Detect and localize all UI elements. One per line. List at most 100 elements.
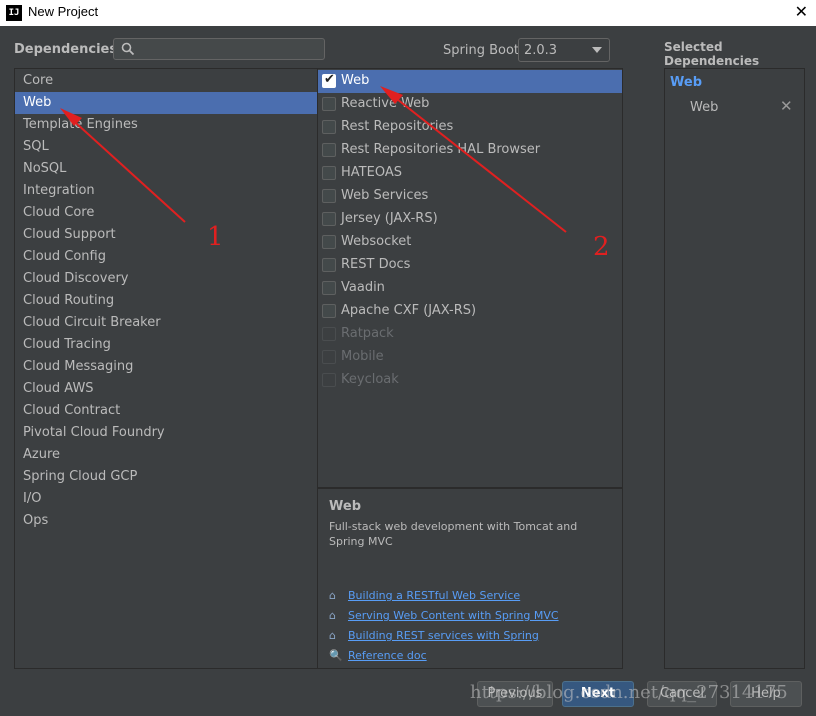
category-item[interactable]: Template Engines <box>15 114 317 136</box>
category-item[interactable]: Cloud Contract <box>15 400 317 422</box>
dependency-checkbox[interactable] <box>322 258 336 272</box>
help-button[interactable]: Help <box>730 681 802 707</box>
dependency-label: Web <box>341 73 370 88</box>
guide-link-label: Building REST services with Spring <box>348 629 539 642</box>
dependency-item[interactable]: Rest Repositories <box>318 116 622 139</box>
annotation-label-2: 2 <box>593 232 610 262</box>
dependency-label: Apache CXF (JAX-RS) <box>341 303 477 318</box>
reference-doc-label: Reference doc <box>348 649 427 662</box>
category-item[interactable]: Cloud AWS <box>15 378 317 400</box>
dependency-checkbox[interactable] <box>322 120 336 134</box>
dependency-checkbox[interactable] <box>322 189 336 203</box>
dependency-item[interactable]: Web Services <box>318 185 622 208</box>
description-panel: Web Full-stack web development with Tomc… <box>318 488 623 669</box>
dependency-checkbox[interactable] <box>322 143 336 157</box>
previous-button[interactable]: Previous <box>477 681 553 707</box>
category-item[interactable]: NoSQL <box>15 158 317 180</box>
dependency-label: Rest Repositories <box>341 119 454 134</box>
selected-dependencies-title: Selected Dependencies <box>664 40 760 68</box>
remove-dependency-icon[interactable]: ✕ <box>780 97 793 115</box>
dependency-item[interactable]: Vaadin <box>318 277 622 300</box>
guide-link[interactable]: ⌂ Building REST services with Spring <box>329 629 539 642</box>
category-item[interactable]: Azure <box>15 444 317 466</box>
spring-boot-version-select[interactable]: 2.0.3 <box>518 38 610 62</box>
dependency-item[interactable]: Rest Repositories HAL Browser <box>318 139 622 162</box>
close-icon[interactable]: ✕ <box>795 2 808 21</box>
dependency-item[interactable]: HATEOAS <box>318 162 622 185</box>
category-item[interactable]: Spring Cloud GCP <box>15 466 317 488</box>
dependency-item: Mobile <box>318 346 622 369</box>
doc-search-icon: 🔍 <box>329 649 343 662</box>
dependency-checkbox[interactable] <box>322 166 336 180</box>
category-item[interactable]: Ops <box>15 510 317 532</box>
category-list[interactable]: Core Web Template Engines SQL NoSQL Integrati… <box>14 68 318 669</box>
category-item[interactable]: Cloud Discovery <box>15 268 317 290</box>
spring-boot-version-value: 2.0.3 <box>524 43 558 58</box>
dependencies-label: Dependencies <box>14 42 118 57</box>
selected-dependency-item: Web <box>690 100 719 115</box>
home-icon: ⌂ <box>329 589 336 602</box>
dependency-checkbox <box>322 327 336 341</box>
category-item[interactable]: Cloud Messaging <box>15 356 317 378</box>
dependency-label: Web Services <box>341 188 429 203</box>
category-item[interactable]: Pivotal Cloud Foundry <box>15 422 317 444</box>
title-bar: IJ New Project ✕ <box>0 0 816 26</box>
dependency-item[interactable]: REST Docs <box>318 254 622 277</box>
annotation-label-1: 1 <box>207 222 224 252</box>
category-item[interactable]: Cloud Routing <box>15 290 317 312</box>
category-item[interactable]: Cloud Circuit Breaker <box>15 312 317 334</box>
guide-link-label: Serving Web Content with Spring MVC <box>348 609 559 622</box>
home-icon: ⌂ <box>329 629 336 642</box>
category-item[interactable]: I/O <box>15 488 317 510</box>
dependency-label: Mobile <box>341 349 384 364</box>
dependency-item[interactable]: Jersey (JAX-RS) <box>318 208 622 231</box>
category-item[interactable]: Cloud Config <box>15 246 317 268</box>
guide-link[interactable]: ⌂ Building a RESTful Web Service <box>329 589 520 602</box>
search-icon <box>121 42 135 56</box>
dependency-checkbox[interactable]: ✔ <box>322 72 336 88</box>
guide-link-label: Building a RESTful Web Service <box>348 589 521 602</box>
category-item[interactable]: Cloud Core <box>15 202 317 224</box>
dependency-item[interactable]: Apache CXF (JAX-RS) <box>318 300 622 323</box>
category-item[interactable]: Cloud Tracing <box>15 334 317 356</box>
dependency-item[interactable]: Websocket <box>318 231 622 254</box>
window-title: New Project <box>28 4 99 19</box>
selected-dependencies-panel: Web Web ✕ <box>664 68 805 669</box>
search-input[interactable] <box>113 38 325 60</box>
dependency-label: Jersey (JAX-RS) <box>341 211 438 226</box>
dependency-list[interactable]: ✔ Web Reactive Web Rest Repositories Rest Re… <box>318 68 623 488</box>
check-icon: ✔ <box>324 72 335 87</box>
category-item[interactable]: Integration <box>15 180 317 202</box>
cancel-button[interactable]: Cancel <box>647 681 717 707</box>
dependency-item[interactable]: Reactive Web <box>318 93 622 116</box>
dependency-checkbox[interactable] <box>322 281 336 295</box>
category-item[interactable]: SQL <box>15 136 317 158</box>
dependency-label: Ratpack <box>341 326 394 341</box>
dependency-checkbox[interactable] <box>322 235 336 249</box>
category-item[interactable]: Cloud Support <box>15 224 317 246</box>
dependency-checkbox[interactable] <box>322 97 336 111</box>
intellij-app-icon: IJ <box>6 5 22 21</box>
home-icon: ⌂ <box>329 609 336 622</box>
dependency-label: HATEOAS <box>341 165 402 180</box>
guide-link[interactable]: ⌂ Serving Web Content with Spring MVC <box>329 609 559 622</box>
dependency-checkbox[interactable] <box>322 212 336 226</box>
dependency-checkbox[interactable] <box>322 304 336 318</box>
dependency-label: Vaadin <box>341 280 385 295</box>
reference-doc-link[interactable]: 🔍 Reference doc <box>329 649 427 662</box>
dependency-item: Ratpack <box>318 323 622 346</box>
dependency-label: REST Docs <box>341 257 411 272</box>
selected-group-label: Web <box>670 75 702 90</box>
category-item[interactable]: Web <box>15 92 317 114</box>
category-item[interactable]: Core <box>15 70 317 92</box>
spring-boot-label: Spring Boot <box>443 43 520 58</box>
dependency-item[interactable]: ✔ Web <box>318 70 622 93</box>
next-button[interactable]: Next <box>562 681 634 707</box>
dependency-checkbox <box>322 350 336 364</box>
description-title: Web <box>329 499 361 514</box>
dependency-checkbox <box>322 373 336 387</box>
dependency-item: Keycloak <box>318 369 622 392</box>
dependency-label: Rest Repositories HAL Browser <box>341 142 541 157</box>
description-text: Full-stack web development with Tomcat a… <box>329 520 578 548</box>
chevron-down-icon <box>592 47 602 53</box>
